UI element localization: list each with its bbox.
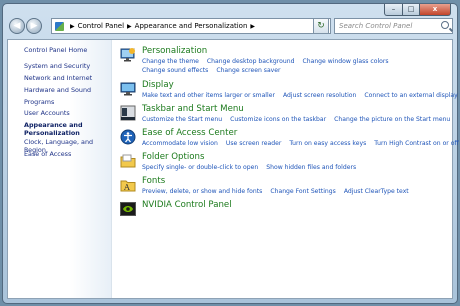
close-button[interactable]: x [420,4,451,16]
link-change-theme[interactable]: Change the theme [142,58,199,65]
link-make-text-larger[interactable]: Make text and other items larger or smal… [142,92,275,99]
sidebar-item-user-accounts[interactable]: User Accounts [24,109,70,117]
category-title-nvidia[interactable]: NVIDIA Control Panel [142,200,232,210]
address-bar[interactable]: ▶ Control Panel ▶ Appearance and Persona… [51,18,331,34]
folder-options-icon[interactable] [120,153,136,169]
sidebar-item-control-panel-home[interactable]: Control Panel Home [24,46,87,54]
nvidia-icon[interactable] [120,201,136,217]
link-customize-taskbar-icons[interactable]: Customize icons on the taskbar [230,116,326,123]
fonts-icon[interactable]: A [120,177,136,193]
svg-text:A: A [123,183,130,192]
link-high-contrast[interactable]: Turn High Contrast on or off [374,140,458,147]
sidebar-item-network-and-internet[interactable]: Network and Internet [24,74,92,82]
link-adjust-cleartype[interactable]: Adjust ClearType text [344,188,409,195]
breadcrumb-control-panel[interactable]: Control Panel [78,22,124,30]
search-input[interactable]: Search Control Panel [334,18,453,34]
link-connect-external-display[interactable]: Connect to an external display [364,92,457,99]
category-title-taskbar[interactable]: Taskbar and Start Menu [142,104,244,114]
category-title-folder-options[interactable]: Folder Options [142,152,204,162]
sidebar: Control Panel Home System and Security N… [8,40,112,298]
navigation-bar: ◀ ▶ ▶ Control Panel ▶ Appearance and Per… [7,16,453,38]
control-panel-window: – □ x ◀ ▶ ▶ Control Panel ▶ Appearance a… [2,3,459,304]
category-title-personalization[interactable]: Personalization [142,46,207,56]
control-panel-icon [55,21,64,31]
category-links: Accommodate low vision Use screen reader T… [142,139,460,148]
category-links: Preview, delete, or show and hide fonts C… [142,187,460,196]
link-change-screen-saver[interactable]: Change screen saver [216,67,280,74]
category-links: Change the theme Change desktop backgroun… [142,57,460,75]
breadcrumb-chevron-icon: ▶ [127,22,132,30]
breadcrumb-chevron-icon: ▶ [250,22,256,30]
category-title-ease-of-access[interactable]: Ease of Access Center [142,128,237,138]
window-controls: – □ x [384,4,451,16]
sidebar-item-system-and-security[interactable]: System and Security [24,62,90,70]
link-use-screen-reader[interactable]: Use screen reader [226,140,282,147]
link-customize-start-menu[interactable]: Customize the Start menu [142,116,222,123]
sidebar-item-hardware-and-sound[interactable]: Hardware and Sound [24,86,91,94]
sidebar-item-ease-of-access[interactable]: Ease of Access [24,150,71,158]
main-panel: Personalization Change the theme Change d… [120,46,459,298]
sidebar-item-appearance-and-personalization[interactable]: Appearance and Personalization [24,121,94,137]
category-links: Specify single- or double-click to open S… [142,163,460,172]
forward-button[interactable]: ▶ [26,18,42,34]
link-show-hidden-files[interactable]: Show hidden files and folders [266,164,356,171]
category-links: Customize the Start menu Customize icons … [142,115,460,124]
search-icon[interactable] [441,21,449,29]
taskbar-icon[interactable] [120,105,136,121]
link-preview-fonts[interactable]: Preview, delete, or show and hide fonts [142,188,262,195]
display-icon[interactable] [120,81,136,97]
link-single-double-click[interactable]: Specify single- or double-click to open [142,164,258,171]
personalization-icon[interactable] [120,47,136,63]
link-change-sound-effects[interactable]: Change sound effects [142,67,208,74]
link-change-window-glass-colors[interactable]: Change window glass colors [302,58,388,65]
link-change-start-menu-picture[interactable]: Change the picture on the Start menu [334,116,450,123]
link-change-font-settings[interactable]: Change Font Settings [270,188,335,195]
breadcrumb-chevron-icon: ▶ [70,22,75,30]
category-links: Make text and other items larger or smal… [142,91,460,100]
back-button[interactable]: ◀ [9,18,25,34]
minimize-button[interactable]: – [384,4,403,16]
category-title-display[interactable]: Display [142,80,174,90]
sidebar-item-programs[interactable]: Programs [24,98,54,106]
ease-of-access-icon[interactable] [120,129,136,145]
maximize-button[interactable]: □ [403,4,420,16]
link-easy-access-keys[interactable]: Turn on easy access keys [289,140,366,147]
refresh-button[interactable]: ↻ [313,18,329,34]
breadcrumb-appearance[interactable]: Appearance and Personalization [135,22,248,30]
category-title-fonts[interactable]: Fonts [142,176,165,186]
link-change-desktop-background[interactable]: Change desktop background [207,58,295,65]
link-accommodate-low-vision[interactable]: Accommodate low vision [142,140,218,147]
content-area: Control Panel Home System and Security N… [7,39,459,299]
link-adjust-screen-resolution[interactable]: Adjust screen resolution [283,92,356,99]
